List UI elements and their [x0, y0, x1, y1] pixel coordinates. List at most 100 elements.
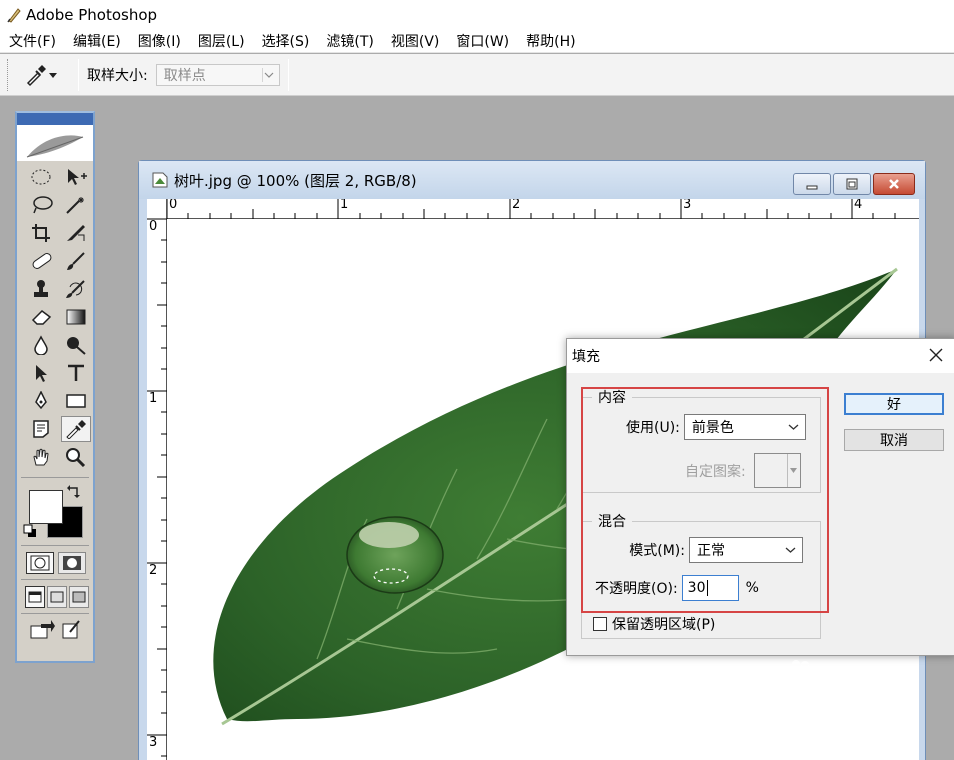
blur-tool[interactable] [27, 332, 57, 358]
quick-mask-icon [63, 556, 81, 570]
eyedropper-icon [66, 420, 86, 439]
clone-stamp-tool[interactable] [27, 276, 57, 302]
tool-preset-picker[interactable] [24, 60, 70, 90]
shape-tool[interactable] [61, 388, 91, 414]
history-brush-tool[interactable] [61, 276, 91, 302]
title-bar: Adobe Photoshop [0, 0, 954, 29]
hand-tool[interactable] [27, 444, 57, 470]
menu-file[interactable]: 文件(F) [0, 31, 64, 51]
opacity-input[interactable]: 30 [681, 575, 739, 601]
menu-layer[interactable]: 图层(L) [189, 31, 253, 51]
maximize-button[interactable] [833, 173, 871, 195]
window-icon [28, 591, 42, 603]
crop-tool[interactable] [27, 220, 57, 246]
watermark-url: jingyan.baidu.com [732, 708, 871, 726]
full-screen-menu-button[interactable] [47, 586, 67, 608]
eyedropper-tool[interactable] [61, 416, 91, 442]
swap-colors-icon[interactable] [67, 484, 81, 498]
menu-help[interactable]: 帮助(H) [517, 31, 583, 51]
close-button[interactable] [873, 173, 915, 195]
menu-view[interactable]: 视图(V) [382, 31, 448, 51]
jump-to-row [17, 620, 93, 640]
menu-select[interactable]: 选择(S) [253, 31, 318, 51]
gradient-icon [66, 309, 86, 325]
slice-tool[interactable] [61, 220, 91, 246]
ruler-left[interactable]: 0 1 2 3 [147, 199, 167, 760]
water-drop-icon [34, 335, 48, 355]
mode-row: 模式(M): 正常 [596, 537, 803, 563]
ruler-top[interactable]: 0 1 2 3 4 [147, 199, 919, 219]
standard-screen-button[interactable] [25, 586, 45, 608]
sample-size-value: 取样点 [163, 67, 206, 84]
use-select[interactable]: 前景色 [683, 414, 806, 440]
standard-mode-button[interactable] [26, 552, 54, 574]
custom-pattern-label: 自定图案: [685, 463, 746, 480]
gradient-tool[interactable] [61, 304, 91, 330]
magic-wand-tool[interactable] [61, 192, 91, 218]
quick-mask-button[interactable] [58, 552, 86, 574]
eyedropper-icon [26, 64, 46, 86]
pen-tool[interactable] [27, 388, 57, 414]
brush-palette-icon[interactable] [61, 620, 81, 640]
options-grip[interactable] [7, 58, 10, 91]
slice-knife-icon [67, 225, 85, 241]
minimize-button[interactable] [793, 173, 831, 195]
custom-pattern-row: 自定图案: [685, 453, 801, 488]
notes-tool[interactable] [27, 416, 57, 442]
eraser-icon [31, 310, 52, 325]
healing-brush-tool[interactable] [27, 248, 57, 274]
ellipse-marquee-icon [31, 169, 51, 185]
mode-select[interactable]: 正常 [689, 537, 803, 563]
window-buttons [793, 173, 915, 195]
lasso-icon [33, 196, 53, 214]
options-divider [78, 58, 79, 91]
ok-button[interactable]: 好 [844, 393, 944, 415]
text-cursor [706, 580, 708, 596]
dodge-tool[interactable] [61, 332, 91, 358]
toolbox-divider-3 [21, 574, 89, 580]
default-colors-icon[interactable] [23, 524, 37, 538]
hand-icon [33, 448, 49, 466]
lasso-tool[interactable] [27, 192, 57, 218]
menu-bar: 文件(F) 编辑(E) 图像(I) 图层(L) 选择(S) 滤镜(T) 视图(V… [0, 29, 954, 53]
ruler-top-label: 3 [683, 199, 692, 212]
magnifier-icon [66, 448, 86, 467]
preserve-transparency-label: 保留透明区域(P) [612, 617, 716, 633]
mode-label: 模式(M): [629, 543, 685, 559]
foreground-color-swatch[interactable] [29, 490, 63, 524]
menu-edit[interactable]: 编辑(E) [64, 31, 129, 51]
cancel-button[interactable]: 取消 [844, 429, 944, 451]
close-icon[interactable] [927, 346, 945, 364]
zoom-tool[interactable] [61, 444, 91, 470]
full-screen-button[interactable] [69, 586, 89, 608]
crop-icon [32, 224, 50, 242]
stamp-icon [34, 280, 48, 297]
mask-mode-row [17, 552, 93, 574]
preserve-transparency-checkbox[interactable] [593, 617, 607, 631]
dialog-title-bar[interactable]: 填充 [567, 339, 954, 373]
toolbox-divider-2 [21, 542, 89, 546]
menu-image[interactable]: 图像(I) [129, 31, 189, 51]
bandage-icon [32, 253, 52, 269]
document-title: 树叶.jpg @ 100% (图层 2, RGB/8) [174, 171, 417, 190]
eraser-tool[interactable] [27, 304, 57, 330]
type-tool[interactable] [61, 360, 91, 386]
fill-dialog: 填充 内容 使用(U): 前景色 自定图案: 混合 模式(M): 正常 不透明度… [566, 338, 954, 656]
move-arrow-icon [68, 169, 87, 185]
jump-to-imageready-icon[interactable] [29, 620, 55, 640]
baidu-watermark: Baidu经验 jingyan.baidu.com [732, 656, 885, 726]
contents-legend: 内容 [598, 390, 626, 406]
menu-window[interactable]: 窗口(W) [447, 31, 517, 51]
toolbox-header[interactable] [17, 113, 93, 161]
menu-filter[interactable]: 滤镜(T) [317, 31, 381, 51]
brush-tool[interactable] [61, 248, 91, 274]
marquee-tool[interactable] [27, 164, 57, 190]
sample-size-select[interactable]: 取样点 [155, 63, 280, 86]
move-tool[interactable] [61, 164, 91, 190]
close-icon [889, 179, 899, 189]
pen-nib-icon [35, 391, 47, 410]
ruler-left-label: 1 [149, 391, 158, 406]
path-selection-tool[interactable] [27, 360, 57, 386]
brush-icon [67, 252, 85, 270]
blending-legend: 混合 [598, 514, 626, 530]
